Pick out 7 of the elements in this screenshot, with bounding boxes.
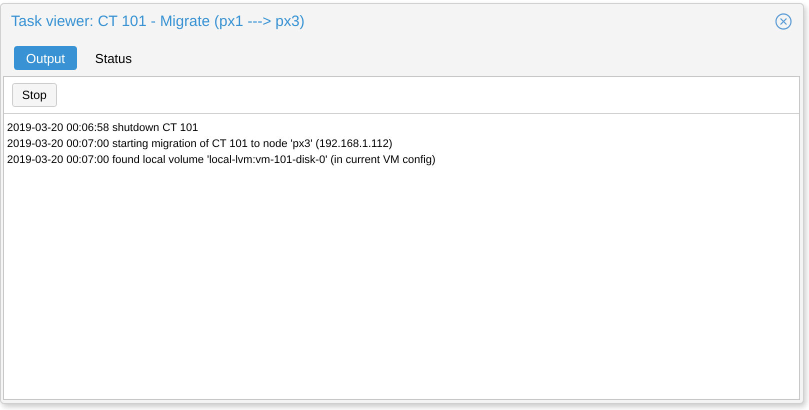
close-icon[interactable] xyxy=(775,12,792,30)
window-title: Task viewer: CT 101 - Migrate (px1 ---> px3) xyxy=(11,12,305,30)
tab[interactable]: Status xyxy=(83,46,144,70)
log-line: 2019-03-20 00:06:58 shutdown CT 101 xyxy=(7,121,200,136)
stop-button[interactable]: Stop xyxy=(12,83,57,107)
log-line: 2019-03-20 00:07:00 starting migration of CT 101 to node 'px3' (192.168.1.112) xyxy=(7,137,394,152)
log-line: 2019-03-20 00:07:00 found local volume 'local-lvm:vm-101-disk-0' (in current VM config) xyxy=(7,153,437,168)
